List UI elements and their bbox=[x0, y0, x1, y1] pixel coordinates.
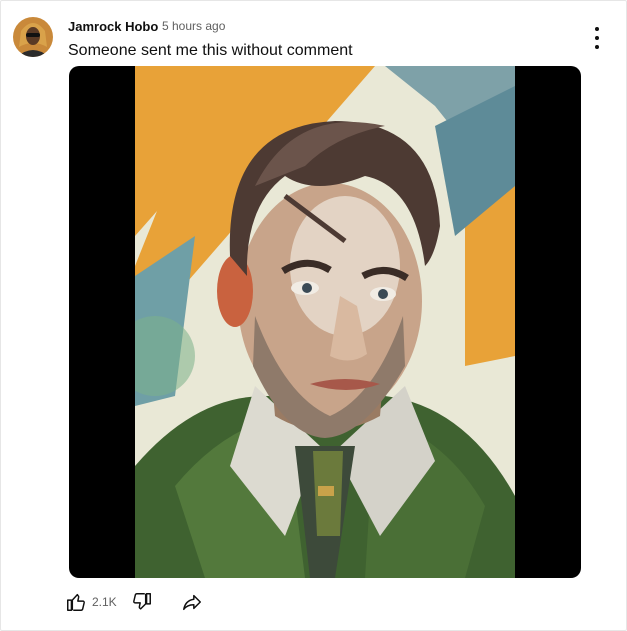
menu-dot bbox=[595, 36, 599, 40]
thumb-down-icon bbox=[133, 593, 151, 610]
portrait-painting bbox=[135, 66, 515, 578]
like-button[interactable]: 2.1K bbox=[65, 589, 117, 615]
community-post: Jamrock Hobo 5 hours ago Someone sent me… bbox=[0, 0, 627, 631]
author-name[interactable]: Jamrock Hobo bbox=[68, 19, 158, 34]
post-timestamp[interactable]: 5 hours ago bbox=[162, 19, 225, 33]
menu-dot bbox=[595, 27, 599, 31]
post-text: Someone sent me this without comment bbox=[68, 42, 353, 59]
author-avatar[interactable] bbox=[13, 17, 53, 57]
avatar-image bbox=[13, 17, 53, 57]
dislike-button[interactable] bbox=[131, 589, 153, 615]
menu-dot bbox=[595, 45, 599, 49]
share-button[interactable] bbox=[181, 589, 203, 615]
more-vert-icon[interactable] bbox=[585, 27, 609, 49]
post-actions: 2.1K bbox=[65, 589, 265, 615]
like-count: 2.1K bbox=[92, 595, 117, 609]
thumb-up-icon bbox=[67, 593, 85, 611]
post-image[interactable] bbox=[69, 66, 581, 578]
share-icon bbox=[183, 594, 201, 611]
